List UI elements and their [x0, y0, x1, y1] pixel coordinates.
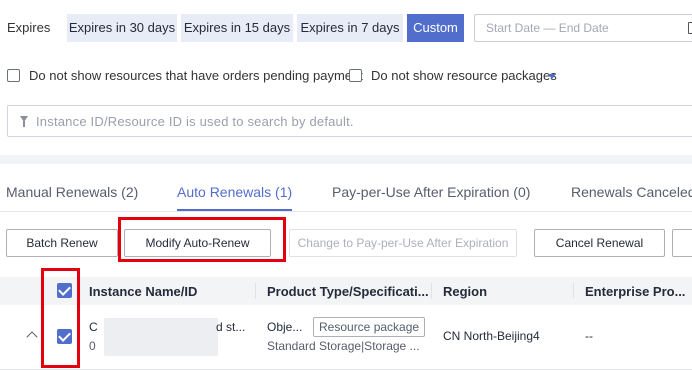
- tab-pay-per-use-after-expiration[interactable]: Pay-per-Use After Expiration (0): [332, 184, 530, 200]
- filter-icon: [20, 116, 28, 127]
- tab-renewals-canceled[interactable]: Renewals Canceled: [571, 184, 692, 200]
- pending-payment-label: Do not show resources that have orders p…: [29, 68, 363, 83]
- search-placeholder: Instance ID/Resource ID is used to searc…: [36, 114, 354, 129]
- modify-auto-renew-highlight: [118, 217, 286, 262]
- search-input[interactable]: Instance ID/Resource ID is used to searc…: [7, 105, 692, 137]
- tabs-divider: [0, 211, 692, 212]
- enterprise-project-value: --: [585, 329, 593, 343]
- change-to-pay-per-use-button[interactable]: Change to Pay-per-Use After Expiration: [289, 229, 517, 257]
- instance-name-prefix: C: [89, 320, 98, 334]
- instance-name-suffix: d st...: [216, 320, 246, 334]
- resource-package-tag: Resource package: [313, 317, 426, 337]
- redacted-instance-info: [104, 318, 218, 356]
- chevron-up-icon[interactable]: [26, 331, 38, 343]
- pending-payment-checkbox[interactable]: [7, 69, 20, 82]
- product-type: Obje...: [267, 320, 303, 334]
- checkbox-column-highlight: [41, 268, 80, 368]
- column-separator: [255, 283, 256, 299]
- batch-renew-button[interactable]: Batch Renew: [6, 229, 118, 257]
- section-divider: [0, 155, 692, 164]
- column-header-instance-name: Instance Name/ID: [89, 284, 198, 299]
- resource-packages-label: Do not show resource packages: [371, 68, 557, 83]
- region-value: CN North-Beijing4: [443, 329, 540, 343]
- column-separator: [573, 283, 574, 299]
- column-header-product-type: Product Type/Specificati...: [267, 284, 429, 299]
- column-header-enterprise-project: Enterprise Pro...: [585, 284, 686, 299]
- more-actions-button[interactable]: [672, 229, 692, 257]
- expires-label: Expires: [7, 20, 51, 35]
- date-range-placeholder: Start Date — End Date: [486, 21, 609, 35]
- column-separator: [431, 283, 432, 299]
- column-header-region: Region: [443, 284, 488, 299]
- cancel-renewal-button[interactable]: Cancel Renewal: [534, 229, 665, 257]
- expires-custom-option[interactable]: Custom: [407, 14, 464, 42]
- caret-down-icon[interactable]: [548, 74, 556, 79]
- instance-id-prefix: 0: [89, 339, 96, 353]
- product-spec: Standard Storage|Storage ...: [267, 339, 420, 353]
- expires-30-days-option[interactable]: Expires in 30 days: [67, 14, 177, 42]
- tab-manual-renewals[interactable]: Manual Renewals (2): [6, 184, 138, 200]
- expires-15-days-option[interactable]: Expires in 15 days: [181, 14, 293, 42]
- resource-packages-checkbox[interactable]: [349, 69, 362, 82]
- tab-auto-renewals[interactable]: Auto Renewals (1): [177, 184, 292, 200]
- calendar-icon[interactable]: [688, 22, 692, 34]
- expires-7-days-option[interactable]: Expires in 7 days: [297, 14, 403, 42]
- date-range-picker[interactable]: Start Date — End Date: [474, 14, 692, 42]
